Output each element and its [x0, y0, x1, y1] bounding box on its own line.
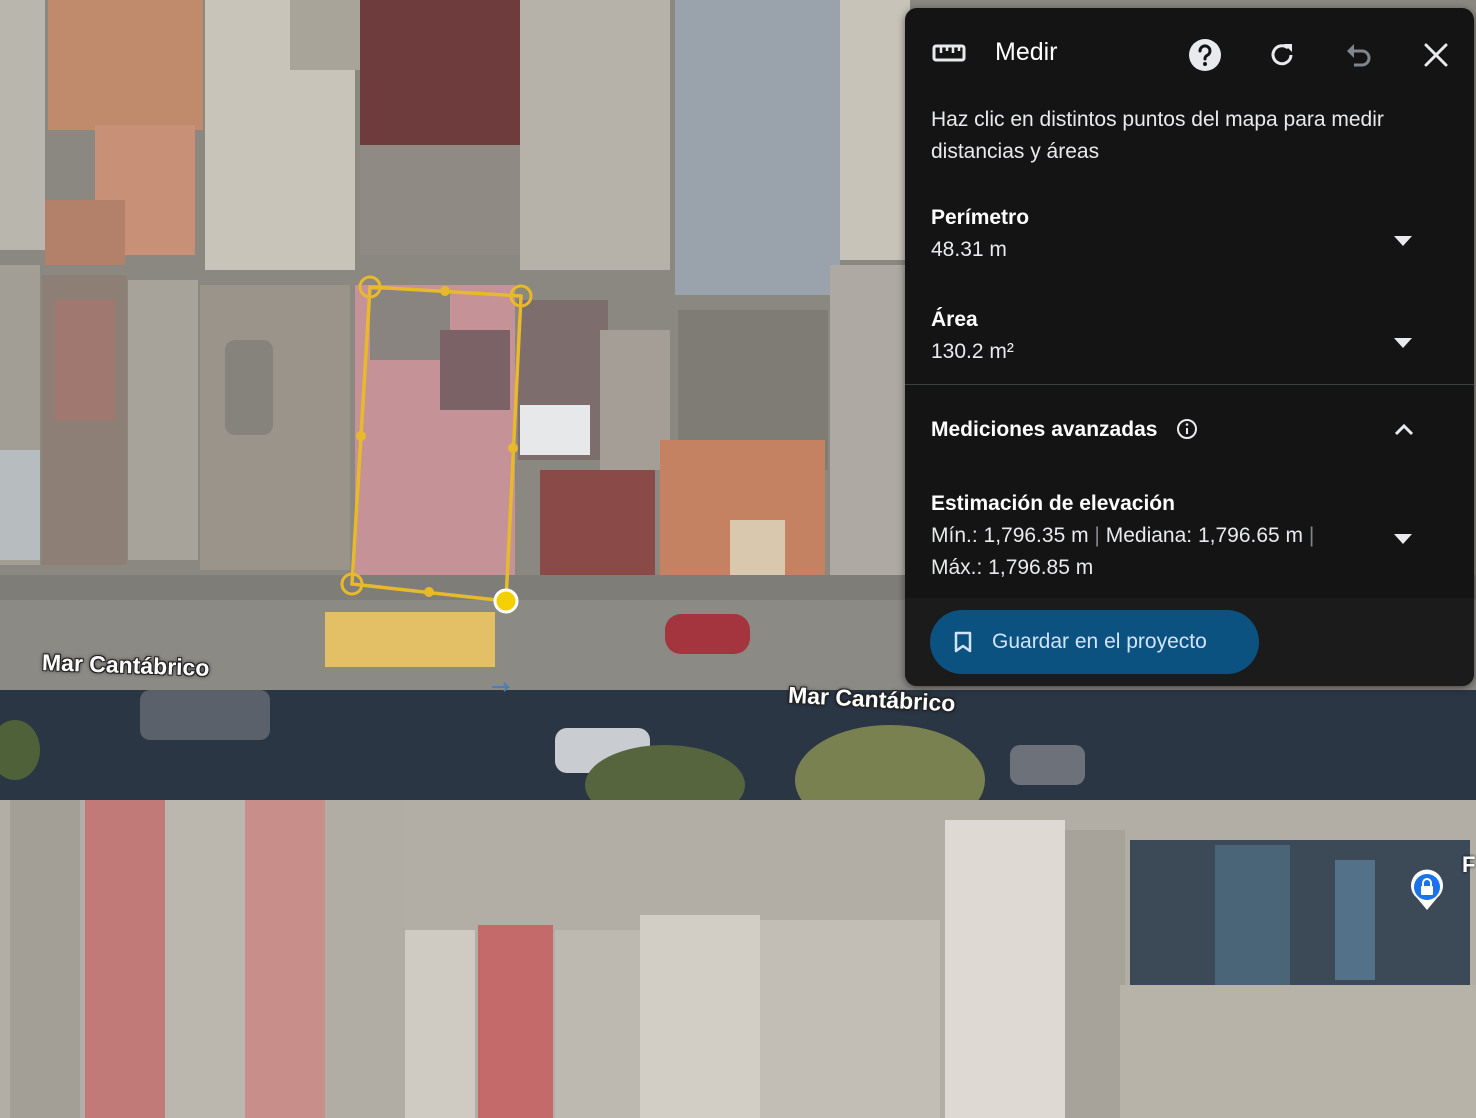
instructions-text: Haz clic en distintos puntos del mapa pa…: [931, 108, 1384, 163]
chevron-up-icon[interactable]: [1394, 424, 1414, 436]
save-to-project-label: Guardar en el proyecto: [992, 630, 1207, 653]
caret-down-icon[interactable]: [1394, 236, 1412, 246]
advanced-measurements-toggle[interactable]: Mediciones avanzadas: [905, 408, 1474, 458]
street-label: Mar Cantábrico: [41, 649, 210, 681]
undo-button[interactable]: [1340, 36, 1378, 74]
place-label-partial[interactable]: F: [1462, 852, 1475, 878]
caret-down-icon[interactable]: [1394, 534, 1412, 544]
caret-down-icon[interactable]: [1394, 338, 1412, 348]
close-button[interactable]: [1417, 36, 1455, 74]
save-to-project-button[interactable]: Guardar en el proyecto: [930, 610, 1259, 674]
panel-title: Medir: [995, 38, 1058, 66]
place-pin-icon[interactable]: [1408, 868, 1446, 912]
close-icon: [1424, 43, 1448, 67]
elevation-min: Mín.: 1,796.35 m: [931, 524, 1089, 547]
elevation-median: Mediana: 1,796.65 m: [1105, 524, 1304, 547]
refresh-button[interactable]: [1263, 36, 1301, 74]
elevation-values: Mín.: 1,796.35 m | Mediana: 1,796.65 m |: [931, 524, 1315, 547]
perimeter-label: Perímetro: [931, 206, 1030, 229]
bookmark-icon: [954, 631, 972, 653]
area-row[interactable]: Área 130.2 m²: [905, 300, 1474, 380]
ruler-icon: [932, 44, 966, 62]
help-icon: [1189, 39, 1221, 71]
panel-header: Medir: [905, 8, 1474, 98]
area-label: Área: [931, 308, 978, 331]
measure-panel: Medir Haz clic en distintos puntos del m…: [905, 8, 1474, 686]
advanced-measurements-label: Mediciones avanzadas: [931, 418, 1158, 441]
info-icon[interactable]: [1176, 418, 1198, 440]
perimeter-row[interactable]: Perímetro 48.31 m: [905, 198, 1474, 278]
help-button[interactable]: [1186, 36, 1224, 74]
undo-icon: [1347, 44, 1371, 67]
divider: [905, 384, 1474, 385]
elevation-estimate-row[interactable]: Estimación de elevación Mín.: 1,796.35 m…: [905, 486, 1474, 596]
refresh-icon: [1271, 44, 1293, 66]
elevation-max: Máx.: 1,796.85 m: [931, 556, 1094, 579]
area-value: 130.2 m²: [931, 340, 1014, 363]
save-footer: Guardar en el proyecto: [905, 598, 1474, 686]
elevation-label: Estimación de elevación: [931, 492, 1175, 515]
perimeter-value: 48.31 m: [931, 238, 1007, 261]
